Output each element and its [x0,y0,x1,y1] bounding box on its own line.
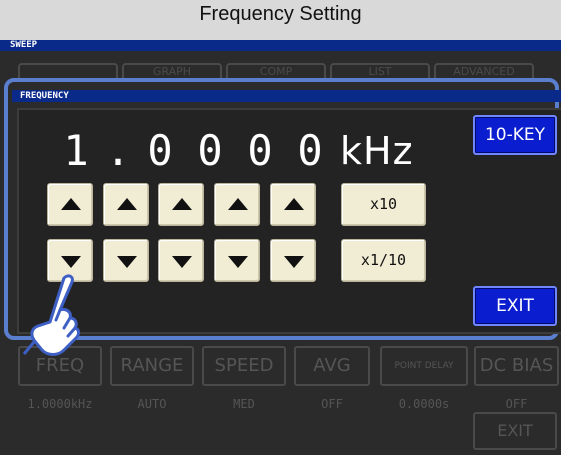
exit-button[interactable]: EXIT [473,286,557,326]
digit-1: 1 [63,126,89,175]
bg-value-freq: 1.0000kHz [27,397,93,411]
decrement-button-3[interactable] [158,239,204,282]
increment-button-2[interactable] [103,183,149,226]
increment-button-1[interactable] [47,183,93,226]
ten-key-button[interactable]: 10-KEY [473,115,557,155]
decimal-point: . [105,126,131,175]
up-arrow-icon [172,198,192,210]
multiply-10-button[interactable]: x10 [341,183,426,226]
increment-button-5[interactable] [270,183,316,226]
digit-4: 0 [247,126,273,175]
bg-param-avg: AVG [294,346,370,386]
bg-tab-comp: COMP [226,63,326,79]
divide-10-button[interactable]: x1/10 [341,239,426,282]
up-arrow-icon [61,198,81,210]
digit-3: 0 [197,126,223,175]
bg-exit-button: EXIT [473,412,557,450]
down-arrow-icon [228,256,248,268]
increment-button-3[interactable] [158,183,204,226]
bg-tab-1 [18,63,118,79]
down-arrow-icon [284,256,304,268]
decrement-button-5[interactable] [270,239,316,282]
up-arrow-icon [228,198,248,210]
bg-value-avg: OFF [321,397,343,411]
down-arrow-icon [61,256,81,268]
increment-button-4[interactable] [214,183,260,226]
decrement-button-2[interactable] [103,239,149,282]
decrement-button-4[interactable] [214,239,260,282]
bg-param-point-delay: POINT DELAY [380,346,468,386]
bg-value-dc-bias: OFF [505,397,528,411]
window-title-bar: Frequency Setting [0,0,561,40]
bg-tab-graph: GRAPH [122,63,222,79]
bg-tab-list: LIST [330,63,430,79]
digit-2: 0 [147,126,173,175]
bg-value-range: AUTO [137,397,167,411]
background-tabs: GRAPH COMP LIST ADVANCED [18,63,561,79]
bg-param-dc-bias: DC BIAS [474,346,559,386]
up-arrow-icon [117,198,137,210]
down-arrow-icon [172,256,192,268]
sweep-header: SWEEP [0,40,561,51]
bg-param-range: RANGE [110,346,194,386]
window-title: Frequency Setting [199,3,362,25]
down-arrow-icon [117,256,137,268]
bg-param-speed: SPEED [202,346,286,386]
up-arrow-icon [284,198,304,210]
frequency-unit: kHz [340,129,414,173]
bg-value-point-delay: 0.0000s [398,397,450,411]
dialog-header: FREQUENCY [12,90,561,102]
bg-tab-advanced: ADVANCED [434,63,534,79]
bg-value-speed: MED [233,397,255,411]
digit-5: 0 [297,126,323,175]
pointing-hand-icon [22,274,80,356]
